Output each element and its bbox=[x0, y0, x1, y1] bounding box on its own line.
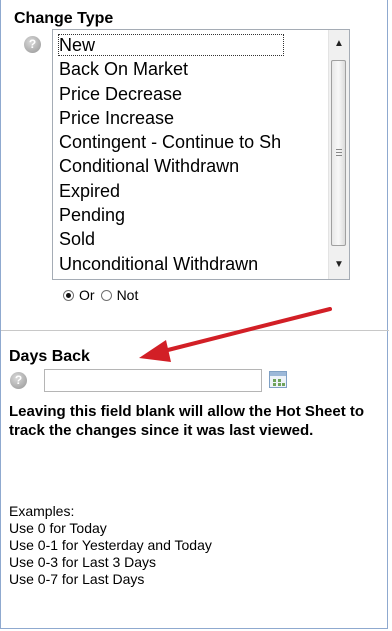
logic-radio-group: Or Not bbox=[63, 286, 138, 304]
days-back-input[interactable] bbox=[44, 369, 262, 392]
change-type-option[interactable]: Unconditional Withdrawn bbox=[53, 252, 323, 276]
change-type-option[interactable]: Back On Market bbox=[53, 57, 323, 81]
listbox-scrollbar[interactable]: ▲ ▼ bbox=[328, 30, 349, 279]
thumb-grip-icon bbox=[336, 149, 342, 156]
change-type-option[interactable]: Sold bbox=[53, 227, 323, 251]
change-type-option[interactable]: Price Increase bbox=[53, 106, 323, 130]
days-back-heading: Days Back bbox=[9, 348, 90, 365]
example-item: Use 0-7 for Last Days bbox=[9, 571, 145, 587]
or-label: Or bbox=[79, 287, 95, 303]
change-type-option[interactable]: Conditional Withdrawn bbox=[53, 154, 323, 178]
examples-title: Examples: bbox=[9, 503, 75, 519]
hot-sheet-criteria-panel: Change Type ? New Back On Market Price D… bbox=[0, 0, 389, 629]
example-item: Use 0-3 for Last 3 Days bbox=[9, 554, 157, 570]
change-type-option[interactable]: Contingent - Continue to Sh bbox=[53, 130, 323, 154]
scroll-down-arrow-icon[interactable]: ▼ bbox=[329, 255, 349, 275]
or-radio[interactable] bbox=[63, 289, 74, 301]
scroll-up-arrow-icon[interactable]: ▲ bbox=[329, 34, 349, 54]
change-type-listbox[interactable]: New Back On Market Price Decrease Price … bbox=[52, 29, 350, 280]
examples-block: Examples: Use 0 for Today Use 0-1 for Ye… bbox=[9, 503, 212, 588]
calendar-icon[interactable] bbox=[269, 371, 287, 388]
change-type-heading: Change Type bbox=[14, 10, 114, 27]
scroll-thumb[interactable] bbox=[331, 60, 346, 246]
question-icon[interactable]: ? bbox=[10, 372, 27, 389]
change-type-option[interactable]: Expired bbox=[53, 179, 323, 203]
not-radio[interactable] bbox=[100, 289, 112, 301]
change-type-option[interactable]: Pending bbox=[53, 203, 323, 227]
example-item: Use 0 for Today bbox=[9, 520, 107, 536]
example-item: Use 0-1 for Yesterday and Today bbox=[9, 537, 212, 553]
question-icon[interactable]: ? bbox=[24, 36, 41, 53]
change-type-option[interactable]: Price Decrease bbox=[53, 82, 323, 106]
not-label: Not bbox=[116, 287, 139, 303]
change-type-option[interactable]: New bbox=[53, 33, 323, 57]
section-divider bbox=[1, 330, 389, 331]
days-back-note: Leaving this field blank will allow the … bbox=[9, 403, 365, 439]
